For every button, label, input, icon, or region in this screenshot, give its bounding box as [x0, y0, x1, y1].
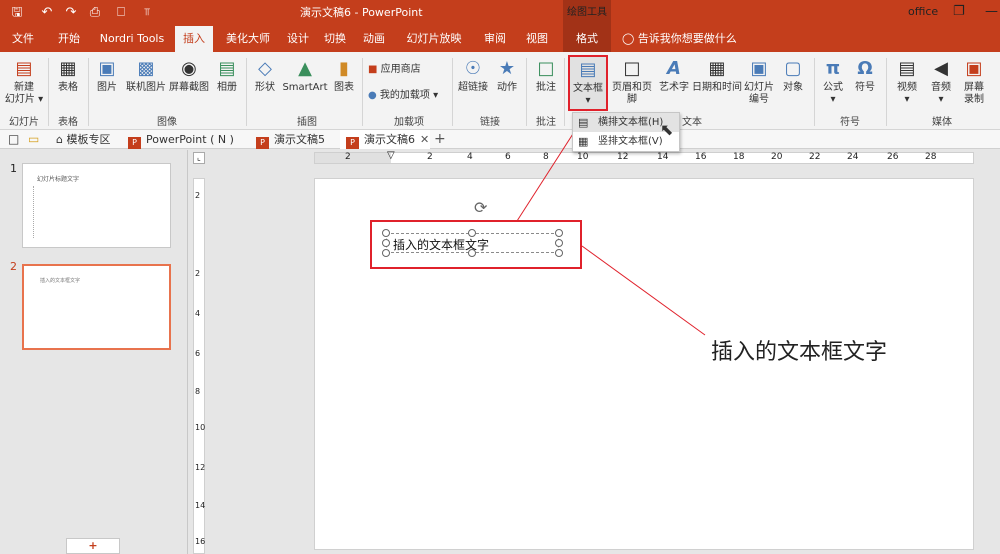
resize-handle[interactable]	[382, 239, 390, 247]
resize-handle[interactable]	[555, 229, 563, 237]
menu-item-label: 竖排文本框(V)	[598, 136, 663, 147]
vertical-textbox-icon: ▦	[578, 135, 589, 148]
resize-handle[interactable]	[382, 249, 390, 257]
horizontal-textbox-icon: ▤	[578, 116, 589, 129]
resize-handle[interactable]	[555, 249, 563, 257]
annotation-text: 插入的文本框文字	[711, 340, 888, 365]
callout-lines	[516, 111, 706, 336]
callout-line-annotation	[581, 245, 706, 336]
resize-handle[interactable]	[468, 249, 476, 257]
resize-handle[interactable]	[555, 239, 563, 247]
mouse-cursor-icon: ⬉	[660, 120, 674, 139]
resize-handle[interactable]	[468, 229, 476, 237]
rotate-handle-icon[interactable]: ⟳	[474, 198, 487, 217]
menu-item-label: 横排文本框(H)	[598, 117, 664, 128]
resize-handle[interactable]	[382, 229, 390, 237]
